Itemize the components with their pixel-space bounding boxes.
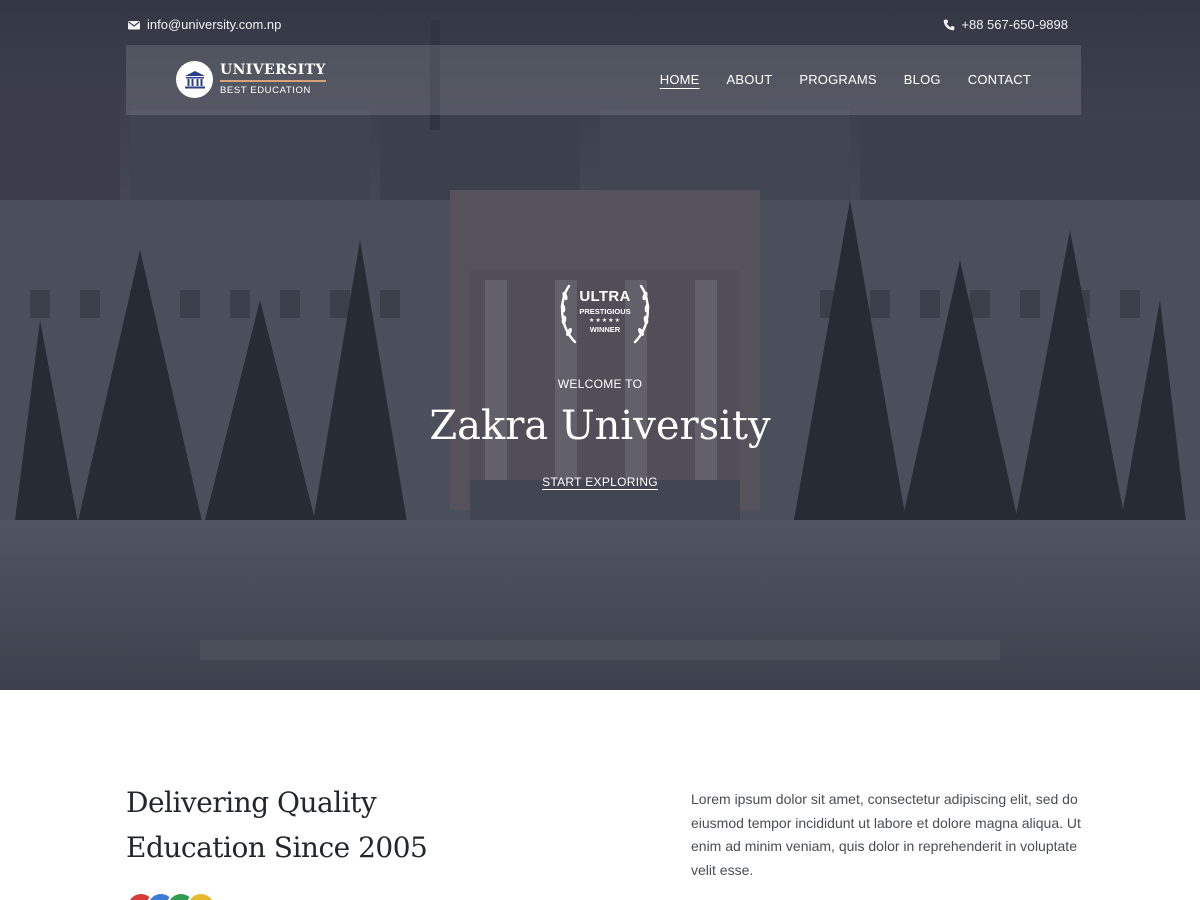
top-bar: info@university.com.np +88 567-650-9898 — [0, 0, 1200, 46]
university-building-icon — [184, 70, 205, 88]
nav-item-home[interactable]: HOME — [660, 72, 700, 87]
nav-item-contact[interactable]: CONTACT — [968, 72, 1031, 87]
site-logo[interactable]: UNIVERSITY BEST EDUCATION — [176, 61, 326, 98]
hero-welcome-text: WELCOME TO — [557, 377, 643, 391]
phone-text: +88 567-650-9898 — [961, 17, 1068, 32]
logo-badge — [176, 61, 213, 98]
badge-prestigious-text: PRESTIGIOUS — [579, 307, 631, 316]
phone-icon — [944, 19, 955, 30]
hero-title: Zakra University — [429, 403, 771, 449]
hero-cta-wrapper: START EXPLORING — [0, 473, 1200, 491]
avatar — [186, 892, 216, 900]
envelope-icon — [128, 20, 140, 29]
badge-stars: ★★★★★ — [589, 318, 621, 324]
about-description: Lorem ipsum dolor sit amet, consectetur … — [691, 791, 1081, 878]
topbar-email[interactable]: info@university.com.np — [128, 17, 281, 32]
logo-title: UNIVERSITY — [220, 63, 326, 83]
avatar-group — [126, 892, 216, 900]
main-navbar: UNIVERSITY BEST EDUCATION HOME ABOUT PRO… — [126, 45, 1081, 115]
email-text: info@university.com.np — [147, 17, 282, 32]
hero-section: info@university.com.np +88 567-650-9898 — [0, 0, 1200, 690]
logo-subtitle: BEST EDUCATION — [220, 85, 311, 97]
topbar-phone[interactable]: +88 567-650-9898 — [943, 17, 1068, 32]
about-heading-line1: Delivering Quality — [126, 786, 377, 819]
badge-ultra-text: ULTRA — [579, 288, 631, 305]
about-heading: Delivering Quality Education Since 2005 — [126, 780, 586, 870]
nav-item-about[interactable]: ABOUT — [727, 72, 773, 87]
start-exploring-link[interactable]: START EXPLORING — [542, 475, 658, 489]
nav-item-blog[interactable]: BLOG — [904, 72, 941, 87]
nav-item-programs[interactable]: PROGRAMS — [799, 72, 876, 87]
badge-winner-text: WINNER — [589, 325, 621, 334]
about-heading-line2: Education Since 2005 — [126, 831, 428, 864]
award-badge: ULTRA PRESTIGIOUS ★★★★★ WINNER — [555, 282, 655, 346]
primary-menu: HOME ABOUT PROGRAMS BLOG CONTACT — [660, 72, 1031, 87]
